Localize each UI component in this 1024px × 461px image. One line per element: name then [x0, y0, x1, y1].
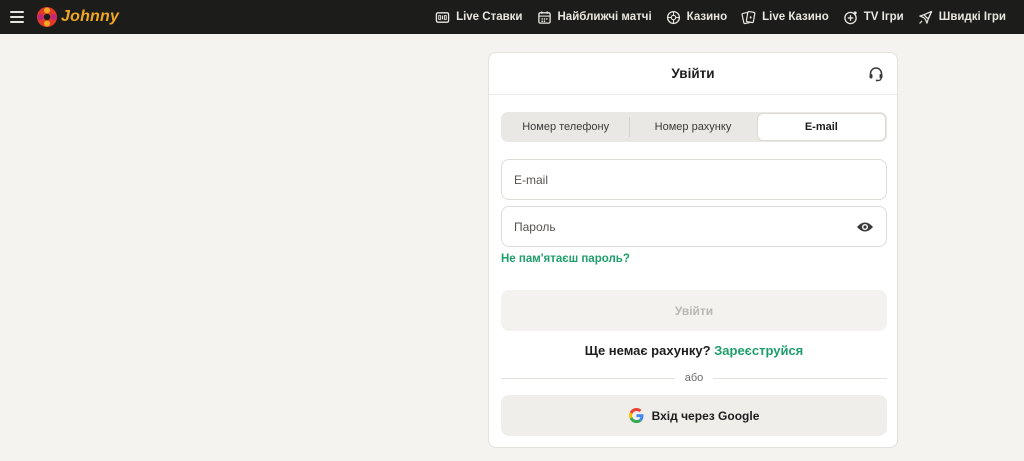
google-login-button[interactable]: Вхід через Google: [501, 395, 887, 436]
nav-live-bets-label: Live Ставки: [456, 11, 523, 23]
logo-text: Johnny: [61, 8, 120, 25]
tab-email[interactable]: E-mail: [756, 113, 886, 141]
roulette-icon: [666, 10, 681, 25]
scoreboard-icon: [435, 10, 450, 25]
tv-plus-icon: [843, 10, 858, 25]
tab-account-number[interactable]: Номер рахунку: [629, 113, 756, 141]
nav-fast-games[interactable]: Швидкі Ігри: [918, 10, 1006, 25]
divider-line-left: [501, 377, 675, 379]
no-account-text: Ще немає рахунку?: [584, 343, 711, 358]
nav-fast-games-label: Швидкі Ігри: [938, 11, 1006, 23]
nav-casino[interactable]: Казино: [666, 10, 727, 25]
nav-live-casino-label: Live Казино: [762, 11, 829, 23]
rocket-icon: [918, 10, 933, 25]
logo-icon: [37, 7, 57, 27]
nav-tv-games-label: TV Ігри: [863, 11, 904, 23]
cards-icon: [741, 10, 756, 25]
email-field[interactable]: E-mail: [501, 159, 887, 200]
login-submit-button[interactable]: Увійти: [501, 290, 887, 331]
show-password-eye-icon[interactable]: [856, 221, 874, 233]
brand-logo[interactable]: Johnny: [36, 4, 119, 30]
login-title: Увійти: [671, 66, 715, 81]
nav-upcoming-matches-label: Найближчі матчі: [557, 11, 652, 23]
menu-icon[interactable]: [10, 10, 24, 24]
password-field[interactable]: Пароль: [501, 206, 887, 247]
no-account-prompt: Ще немає рахунку? Зареєструйся: [489, 343, 899, 358]
email-placeholder: E-mail: [514, 172, 549, 187]
divider-line-right: [713, 377, 888, 379]
google-login-label: Вхід через Google: [651, 408, 760, 423]
support-headset-icon[interactable]: [867, 65, 885, 83]
divider-text: або: [684, 372, 704, 384]
main-nav: Live Ставки Найближчі матчі Казино Live …: [435, 0, 1006, 34]
login-card-header: Увійти: [489, 53, 897, 95]
nav-casino-label: Казино: [686, 11, 728, 23]
login-card: Увійти Номер телефону Номер рахунку E-ma…: [488, 52, 898, 448]
nav-tv-games[interactable]: TV Ігри: [843, 10, 904, 25]
nav-live-casino[interactable]: Live Казино: [741, 10, 829, 25]
calendar-icon: [537, 10, 552, 25]
forgot-password-link[interactable]: Не пам'ятаєш пароль?: [501, 253, 630, 265]
tab-phone-number[interactable]: Номер телефону: [502, 113, 629, 141]
register-link[interactable]: Зареєструйся: [714, 343, 803, 358]
login-method-tabs: Номер телефону Номер рахунку E-mail: [501, 112, 887, 142]
nav-upcoming-matches[interactable]: Найближчі матчі: [537, 10, 652, 25]
nav-live-bets[interactable]: Live Ставки: [435, 10, 523, 25]
or-divider: або: [501, 371, 888, 385]
google-icon: [628, 408, 644, 423]
password-placeholder: Пароль: [514, 219, 556, 234]
top-navigation-bar: Johnny Live Ставки Найближчі матчі Казин…: [0, 0, 1024, 34]
